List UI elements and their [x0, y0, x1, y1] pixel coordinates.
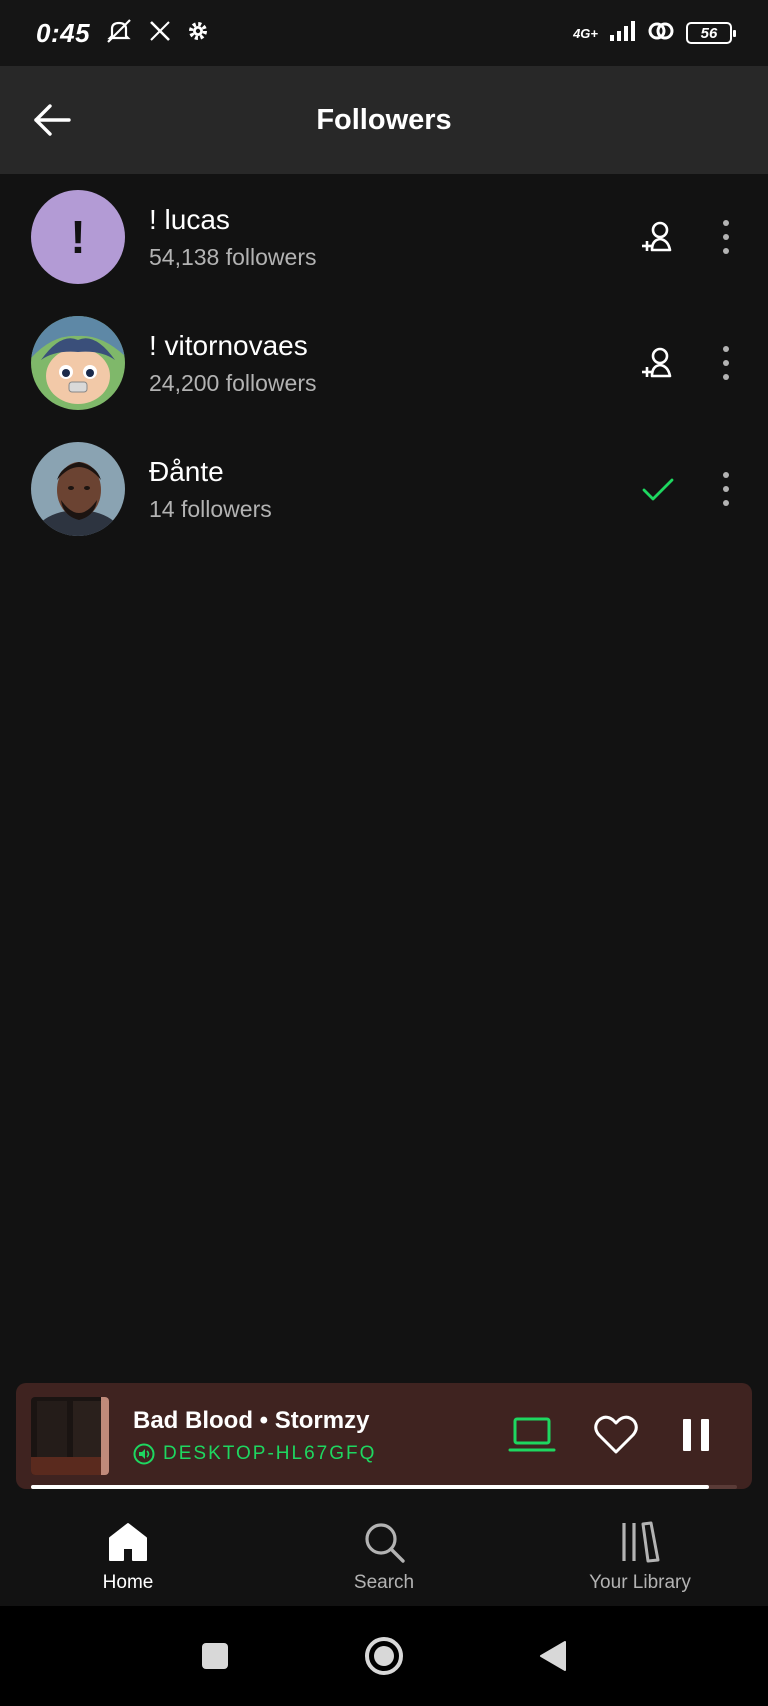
track-title: Bad Blood • Stormzy	[133, 1407, 370, 1434]
status-bar: 0:45 4G+ 56	[0, 0, 768, 66]
avatar	[31, 442, 125, 536]
like-button[interactable]	[590, 1409, 642, 1461]
follow-button[interactable]	[636, 341, 680, 385]
search-icon	[365, 1523, 405, 1563]
arrow-left-icon	[34, 104, 71, 136]
battery-icon: 56	[686, 22, 736, 44]
status-right: 4G+ 56	[573, 20, 736, 47]
status-time: 0:45	[36, 17, 91, 48]
more-options-button[interactable]	[710, 467, 742, 511]
nav-label-library: Your Library	[589, 1572, 691, 1593]
row-text: ! lucas 54,138 followers	[149, 204, 317, 271]
user-name: ! vitornovaes	[149, 329, 308, 361]
home-system-button[interactable]	[354, 1626, 414, 1686]
avatar	[31, 316, 125, 410]
nav-label-home: Home	[102, 1572, 154, 1593]
add-user-icon	[642, 347, 672, 378]
follower-count: 14 followers	[149, 495, 272, 522]
album-art-image	[31, 1397, 109, 1475]
more-options-button[interactable]	[710, 215, 742, 259]
more-dot	[723, 472, 729, 478]
settings-gear-icon	[186, 19, 210, 48]
followers-list: ! ! lucas 54,138 followers ! vitornovaes…	[0, 174, 768, 552]
connect-device-button[interactable]	[506, 1409, 558, 1461]
list-item[interactable]: Đånte 14 followers	[0, 426, 768, 552]
album-cover	[31, 1397, 109, 1475]
nav-label-search: Search	[353, 1572, 415, 1593]
network-type: 4G+	[573, 25, 598, 41]
add-user-icon	[642, 221, 672, 252]
playback-progress-fill	[31, 1485, 709, 1489]
square-icon	[201, 1643, 228, 1669]
more-dot	[723, 360, 729, 366]
user-name: ! lucas	[149, 203, 230, 235]
home-icon	[109, 1523, 147, 1561]
follower-count: 24,200 followers	[149, 369, 317, 396]
triangle-back-icon	[540, 1641, 567, 1671]
app-root: 0:45 4G+ 56 Followers ! ! lucas 54,138 f…	[0, 0, 768, 1706]
avatar-letter: !	[70, 211, 86, 263]
row-text: ! vitornovaes 24,200 followers	[149, 330, 317, 397]
mini-player[interactable]: Bad Blood • Stormzy DESKTOP-HL67GFQ	[16, 1383, 752, 1489]
list-item[interactable]: ! vitornovaes 24,200 followers	[0, 300, 768, 426]
top-app-bar: Followers	[0, 66, 768, 174]
circle-icon	[364, 1637, 403, 1675]
row-text: Đånte 14 followers	[149, 456, 272, 523]
more-dot	[723, 486, 729, 492]
more-dot	[723, 248, 729, 254]
follow-button[interactable]	[636, 215, 680, 259]
pause-button[interactable]	[670, 1409, 722, 1461]
device-name: DESKTOP-HL67GFQ	[163, 1443, 377, 1464]
list-item[interactable]: ! ! lucas 54,138 followers	[0, 174, 768, 300]
mute-icon	[104, 18, 134, 49]
speaker-icon	[133, 1443, 155, 1465]
pause-icon	[683, 1419, 709, 1451]
user-name: Đånte	[149, 455, 224, 487]
anime-avatar-image	[31, 316, 125, 410]
playback-progress-bar[interactable]	[31, 1485, 737, 1489]
following-button[interactable]	[636, 467, 680, 511]
more-dot	[723, 374, 729, 380]
system-navigation-bar	[0, 1606, 768, 1706]
follower-count: 54,138 followers	[149, 243, 317, 270]
back-button[interactable]	[30, 98, 74, 142]
battery-level: 56	[700, 24, 718, 42]
more-dot	[723, 500, 729, 506]
more-dot	[723, 346, 729, 352]
more-dot	[723, 220, 729, 226]
connected-device[interactable]: DESKTOP-HL67GFQ	[133, 1443, 376, 1465]
nav-home[interactable]: Home	[28, 1520, 228, 1594]
bottom-navigation: Home Search Your Library	[0, 1492, 768, 1606]
library-icon	[622, 1521, 660, 1563]
x-app-icon	[148, 19, 172, 48]
avatar: !	[31, 190, 125, 284]
profile-photo-image	[31, 442, 125, 536]
status-left: 0:45	[36, 18, 210, 49]
hotspot-link-icon	[646, 20, 676, 47]
checkmark-icon	[642, 478, 674, 501]
laptop-icon	[508, 1417, 556, 1452]
nav-search[interactable]: Search	[284, 1520, 484, 1594]
more-options-button[interactable]	[710, 341, 742, 385]
signal-icon	[608, 20, 636, 47]
heart-icon	[594, 1415, 638, 1454]
page-title: Followers	[316, 103, 452, 136]
more-dot	[723, 234, 729, 240]
recent-apps-button[interactable]	[185, 1626, 245, 1686]
back-system-button[interactable]	[523, 1626, 583, 1686]
nav-library[interactable]: Your Library	[540, 1520, 740, 1594]
